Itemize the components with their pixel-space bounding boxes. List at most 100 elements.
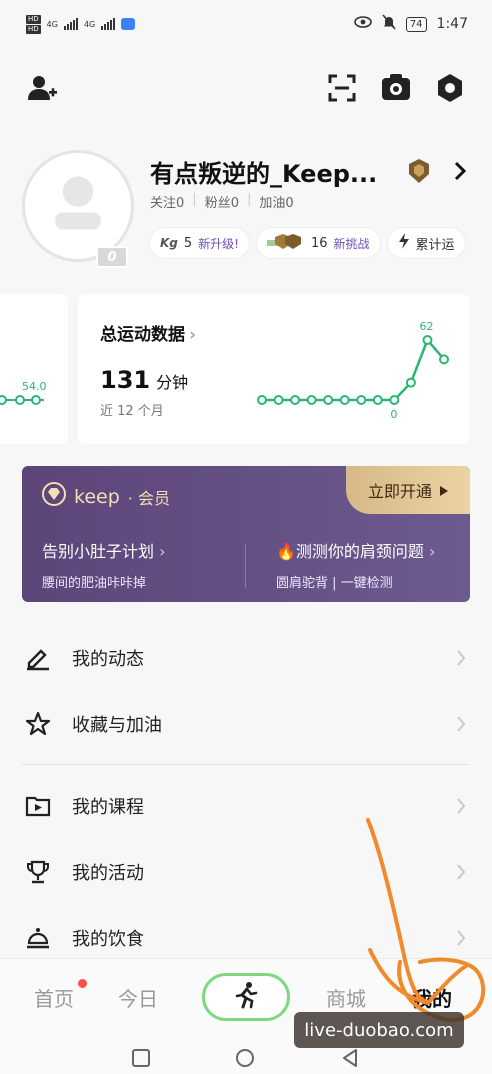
scan-icon[interactable]	[324, 70, 360, 106]
fire-icon: 🔥	[276, 542, 296, 561]
add-user-icon[interactable]	[24, 70, 60, 106]
kg-level-value: 5	[183, 235, 193, 251]
divider	[245, 544, 246, 588]
status-bar: HD HD 4G 4G 74 1:47	[0, 0, 492, 48]
total-chip[interactable]: 累计运	[387, 228, 465, 258]
data-point	[273, 395, 284, 405]
data-point	[405, 377, 416, 388]
follow-stats: 关注0 | 粉丝0 | 加油0	[150, 192, 294, 211]
tab-me[interactable]: 我的	[412, 983, 452, 1012]
vip-promo-belly[interactable]: 告别小肚子计划 › 腰间的肥油咔咔掉	[42, 538, 166, 591]
trophy-icon	[24, 858, 52, 886]
data-point	[323, 395, 334, 405]
hd2-badge: HD	[26, 24, 41, 34]
vip-promo-neck[interactable]: 🔥测测你的肩颈问题 › 圆肩驼背 | 一键检测	[276, 538, 435, 591]
signal1-label: 4G	[46, 19, 58, 29]
gear-icon[interactable]	[432, 70, 468, 106]
chevron-right-icon	[456, 715, 466, 733]
vip-banner[interactable]: keep · 会员 立即开通 告别小肚子计划 › 腰间的肥油咔咔掉 🔥测测你的肩…	[22, 466, 470, 602]
notification-dot	[78, 979, 87, 988]
trend-line-chart: 62 0	[257, 320, 449, 421]
left-mini-chart: 54.0	[0, 380, 47, 405]
play-icon	[24, 792, 52, 820]
medal-chip[interactable]: 16 新挑战	[256, 228, 380, 258]
medal-stack-icon	[266, 232, 305, 254]
tab-today[interactable]: 今日	[118, 983, 158, 1012]
data-point	[422, 335, 433, 345]
top-toolbar	[0, 70, 492, 110]
menu-item-my-courses[interactable]: 我的课程	[0, 774, 492, 838]
home-circle-icon[interactable]	[235, 1048, 255, 1068]
back-triangle-icon[interactable]	[340, 1048, 360, 1068]
data-point	[257, 395, 267, 405]
total-stats-card[interactable]: 总运动数据 › 131 分钟 近 12 个月 62 0	[78, 294, 470, 444]
recents-icon[interactable]	[131, 1048, 151, 1068]
data-point	[339, 395, 350, 405]
cheers-stat[interactable]: 加油0	[259, 192, 293, 211]
chevron-right-icon: ›	[429, 542, 436, 561]
medal-tag: 新挑战	[333, 236, 370, 251]
kg-level-chip[interactable]: Kg 5 新升级!	[150, 228, 249, 258]
profile-header[interactable]: 0 有点叛逆的_Keep... 关注0 | 粉丝0 | 加油0 Kg 5 新升级…	[22, 150, 492, 270]
menu-item-favorites[interactable]: 收藏与加油	[0, 692, 492, 756]
tab-mall[interactable]: 商城	[326, 983, 366, 1012]
tab-home[interactable]: 首页	[34, 983, 74, 1012]
hd-badges: HD HD	[26, 14, 41, 34]
hd1-badge: HD	[26, 14, 41, 24]
data-point	[290, 395, 301, 405]
status-right: 74 1:47	[354, 14, 468, 34]
pencil-icon	[24, 644, 52, 672]
lightning-icon	[398, 233, 410, 253]
series-line	[262, 337, 445, 402]
total-label: 累计运	[415, 237, 455, 253]
signal2-label: 4G	[83, 19, 96, 29]
mini-point	[31, 395, 41, 405]
menu-item-my-posts[interactable]: 我的动态	[0, 626, 492, 690]
mini-point	[0, 395, 7, 405]
cloud-app-icon	[121, 18, 136, 30]
medal-icon	[408, 158, 430, 184]
nickname[interactable]: 有点叛逆的_Keep...	[150, 154, 377, 189]
data-point	[356, 395, 367, 405]
kg-logo: Kg	[160, 236, 178, 250]
start-workout-button[interactable]	[202, 973, 290, 1021]
vip-subscribe-button[interactable]: 立即开通	[346, 466, 470, 514]
signal-bars-icon	[101, 18, 116, 30]
peak-label: 62	[419, 320, 433, 333]
star-icon	[24, 710, 52, 738]
data-point	[439, 354, 449, 365]
status-left: HD HD 4G 4G	[26, 14, 136, 34]
camera-icon[interactable]	[378, 70, 414, 106]
kg-level-tag: 新升级!	[198, 236, 239, 251]
food-cloche-icon	[24, 924, 52, 952]
battery-indicator: 74	[405, 16, 427, 32]
watermark: live-duobao.com	[294, 1012, 464, 1048]
vip-brand: keep	[74, 485, 120, 508]
diamond-icon	[42, 482, 66, 511]
zero-label: 0	[390, 408, 397, 421]
divider	[22, 764, 470, 765]
chevron-right-icon	[456, 649, 466, 667]
previous-stats-card[interactable]: 54.0	[0, 294, 68, 444]
data-point	[372, 395, 383, 405]
signal-bars-icon	[63, 18, 78, 30]
chevron-right-icon: ›	[159, 542, 166, 561]
divider: |	[192, 192, 197, 207]
mute-bell-icon	[382, 14, 396, 34]
mini-point	[15, 395, 25, 405]
chevron-right-icon	[456, 797, 466, 815]
stats-cards: 54.0 总运动数据 › 131 分钟 近 12 个月 62 0	[0, 294, 492, 446]
clock: 1:47	[436, 16, 468, 32]
medal-count: 16	[310, 235, 328, 251]
play-triangle-icon	[440, 481, 448, 500]
chevron-right-icon[interactable]	[452, 160, 468, 182]
left-value-label: 54.0	[22, 380, 47, 393]
followers-stat[interactable]: 粉丝0	[205, 192, 239, 211]
eye-icon	[354, 16, 372, 32]
data-point	[306, 395, 317, 405]
chevron-right-icon	[456, 863, 466, 881]
menu-item-my-activities[interactable]: 我的活动	[0, 840, 492, 904]
vip-brand-suffix: · 会员	[127, 488, 170, 508]
following-stat[interactable]: 关注0	[150, 192, 184, 211]
chevron-right-icon	[456, 929, 466, 947]
